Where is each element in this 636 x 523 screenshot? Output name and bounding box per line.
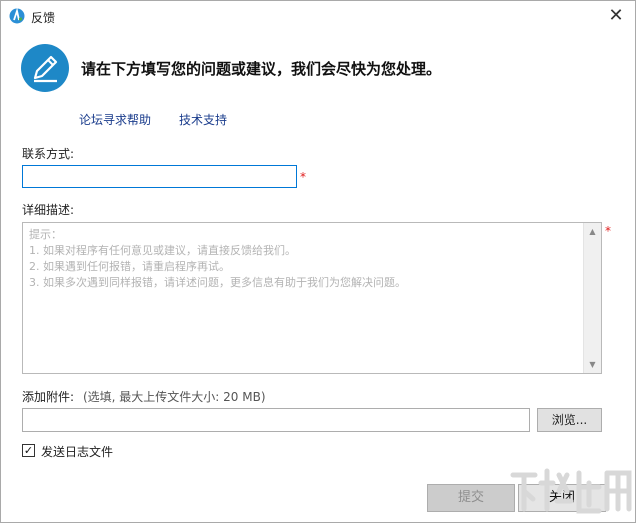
description-textarea[interactable]: 提示： 1. 如果对程序有任何意见或建议，请直接反馈给我们。 2. 如果遇到任何… [22, 222, 602, 374]
app-logo-icon [9, 8, 25, 24]
close-icon: ✕ [608, 5, 624, 26]
description-required-mark: * [605, 224, 611, 238]
window-close-button[interactable]: ✕ [601, 3, 631, 29]
description-label: 详细描述: [22, 203, 75, 217]
placeholder-line: 1. 如果对程序有任何意见或建议，请直接反馈给我们。 [29, 244, 296, 257]
send-log-label: 发送日志文件 [41, 445, 114, 459]
submit-button[interactable]: 提交 [427, 484, 515, 512]
header-message: 请在下方填写您的问题或建议，我们会尽快为您处理。 [81, 60, 442, 78]
tech-support-link[interactable]: 技术支持 [179, 111, 227, 128]
browse-button[interactable]: 浏览... [537, 408, 602, 432]
contact-label: 联系方式: [22, 147, 75, 161]
placeholder-line: 2. 如果遇到任何报错，请重启程序再试。 [29, 260, 230, 273]
window-title: 反馈 [31, 11, 56, 25]
send-log-checkbox[interactable]: ✓ [22, 444, 35, 457]
forum-help-link[interactable]: 论坛寻求帮助 [79, 111, 151, 128]
attachment-path-input[interactable] [22, 408, 530, 432]
pen-edit-icon [21, 44, 69, 92]
watermark-logo-icon [510, 468, 632, 514]
contact-required-mark: * [300, 170, 306, 184]
placeholder-line: 提示： [29, 228, 62, 241]
title-bar: 反馈 ✕ [1, 1, 635, 31]
description-scrollbar[interactable]: ▲ ▼ [583, 223, 601, 373]
description-placeholder: 提示： 1. 如果对程序有任何意见或建议，请直接反馈给我们。 2. 如果遇到任何… [29, 227, 579, 291]
placeholder-line: 3. 如果多次遇到同样报错，请详述问题，更多信息有助于我们为您解决问题。 [29, 276, 406, 289]
contact-input[interactable] [22, 165, 297, 188]
attachment-hint: (选填, 最大上传文件大小: 20 MB) [83, 390, 266, 404]
chevron-down-icon[interactable]: ▼ [584, 356, 601, 373]
attachment-label: 添加附件: [22, 390, 75, 404]
chevron-up-icon[interactable]: ▲ [584, 223, 601, 240]
